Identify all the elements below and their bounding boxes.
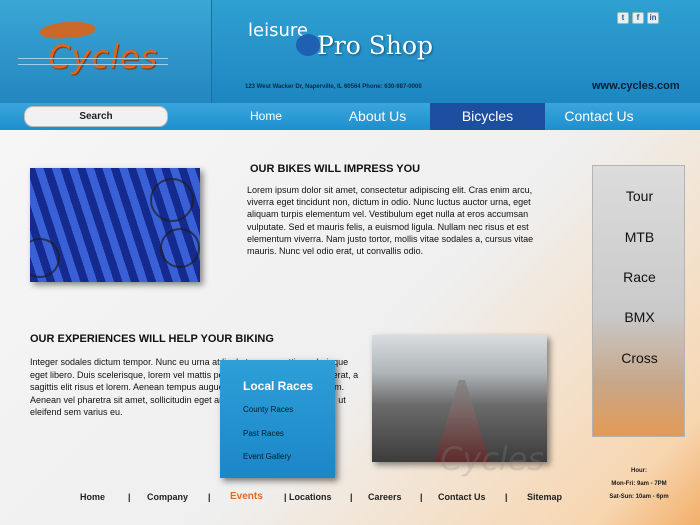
- section-title: OUR EXPERIENCES WILL HELP YOUR BIKING: [30, 333, 274, 345]
- hours-weekend: Sat-Sun: 10am - 6pm: [609, 494, 669, 500]
- footer-separator: |: [208, 492, 211, 502]
- category-cross[interactable]: Cross: [593, 350, 686, 366]
- footer-nav: Home | Company | Events | Locations | Ca…: [80, 491, 580, 506]
- store-hours: Hour: Mon-Fri: 9am - 7PM Sat-Sun: 10am -…: [600, 465, 678, 504]
- nav-home[interactable]: Home: [240, 103, 292, 130]
- footer-contact[interactable]: Contact Us: [438, 492, 486, 502]
- footer-separator: |: [128, 492, 131, 502]
- store-address: 123 West Wacker Dr, Naperville, IL 60564…: [245, 84, 422, 90]
- footer-separator: |: [350, 492, 353, 502]
- hours-weekday: Mon-Fri: 9am - 7PM: [611, 481, 667, 487]
- header: Cycles leisure Pro Shop 123 West Wacker …: [0, 0, 700, 103]
- footer-locations[interactable]: Locations: [289, 492, 332, 502]
- nav-contact[interactable]: Contact Us: [555, 103, 643, 130]
- dropdown-item-county-races[interactable]: County Races: [243, 405, 293, 414]
- footer-sitemap[interactable]: Sitemap: [527, 492, 562, 502]
- logo-panel[interactable]: Cycles: [0, 0, 212, 103]
- logo-swoosh-icon: [39, 20, 96, 40]
- category-bmx[interactable]: BMX: [593, 309, 686, 325]
- category-tour[interactable]: Tour: [593, 188, 686, 204]
- footer-careers[interactable]: Careers: [368, 492, 402, 502]
- bikes-photo: [30, 168, 200, 282]
- category-race[interactable]: Race: [593, 269, 686, 285]
- footer-home[interactable]: Home: [80, 492, 105, 502]
- website-link[interactable]: www.cycles.com: [592, 80, 680, 92]
- events-dropdown-menu: Local Races County Races Past Races Even…: [220, 360, 335, 478]
- logo-watermark: Cycles: [440, 440, 545, 478]
- footer-separator: |: [505, 492, 508, 502]
- twitter-icon[interactable]: t: [617, 12, 629, 24]
- logo-divider: [18, 64, 168, 65]
- section-body: Lorem ipsum dolor sit amet, consectetur …: [247, 185, 534, 257]
- dropdown-heading[interactable]: Local Races: [243, 379, 313, 393]
- footer-company[interactable]: Company: [147, 492, 188, 502]
- footer-separator: |: [420, 492, 423, 502]
- shop-name: Pro Shop: [317, 31, 434, 60]
- search-input[interactable]: Search: [24, 106, 168, 127]
- category-mtb[interactable]: MTB: [593, 229, 686, 245]
- dropdown-item-past-races[interactable]: Past Races: [243, 429, 284, 438]
- facebook-icon[interactable]: f: [632, 12, 644, 24]
- logo-divider: [18, 58, 168, 59]
- nav-bicycles[interactable]: Bicycles: [430, 103, 545, 130]
- footer-events[interactable]: Events: [230, 491, 263, 502]
- social-icons: t f in: [617, 12, 659, 24]
- hours-title: Hour:: [631, 468, 647, 474]
- bike-category-menu: Tour MTB Race BMX Cross: [592, 165, 685, 437]
- dropdown-item-event-gallery[interactable]: Event Gallery: [243, 452, 291, 461]
- nav-about[interactable]: About Us: [340, 103, 415, 130]
- section-title: OUR BIKES WILL IMPRESS YOU: [250, 163, 421, 175]
- main-nav: Search Home About Us Bicycles Contact Us: [0, 103, 700, 130]
- logo[interactable]: Cycles: [48, 38, 158, 76]
- linkedin-icon[interactable]: in: [647, 12, 659, 24]
- footer-separator: |: [284, 492, 287, 502]
